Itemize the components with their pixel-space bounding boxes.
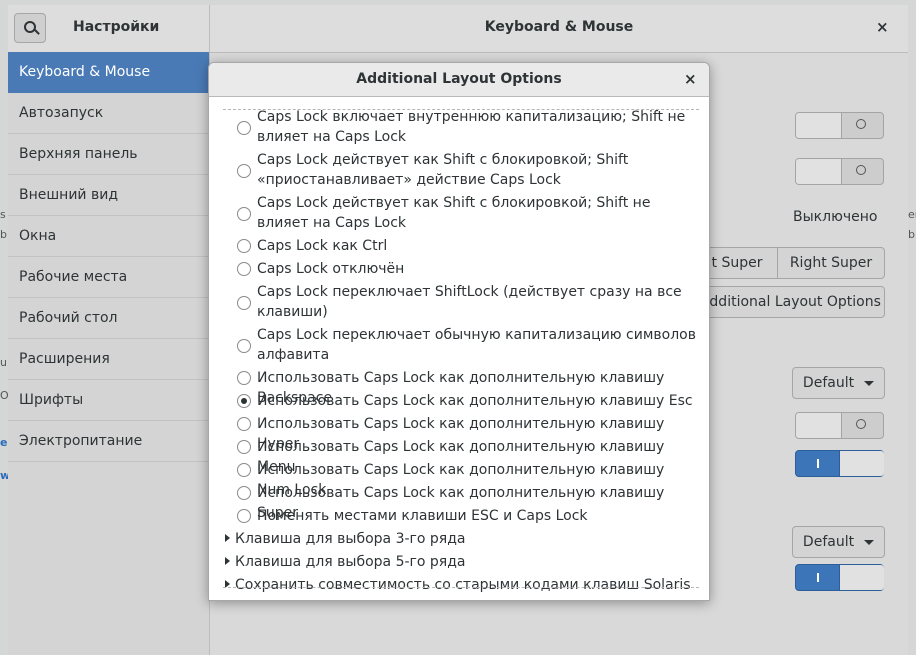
option-label[interactable]: Caps Lock включает внутреннюю капитализа…: [257, 107, 697, 147]
radio-button[interactable]: [237, 239, 251, 253]
expander-arrow-icon[interactable]: [225, 534, 230, 542]
group-expander[interactable]: Клавиша для выбора 3-го ряда: [235, 529, 465, 549]
radio-button-selected[interactable]: [237, 394, 251, 408]
radio-button[interactable]: [237, 486, 251, 500]
background-text: b: [0, 228, 7, 241]
dropdown-default-2[interactable]: Default: [792, 526, 885, 558]
option-label[interactable]: Caps Lock отключён: [257, 259, 697, 279]
sidebar-item-appearance[interactable]: Внешний вид: [8, 175, 209, 216]
toggle-switch-on[interactable]: [795, 450, 884, 477]
option-label[interactable]: Caps Lock переключает обычную капитализа…: [257, 325, 697, 365]
dropdown-label: Default: [802, 534, 855, 550]
radio-button[interactable]: [237, 371, 251, 385]
toggle-switch[interactable]: [795, 158, 884, 185]
dropdown-arrow-icon: [864, 539, 875, 545]
radio-button[interactable]: [237, 509, 251, 523]
background-text: eri: [908, 208, 916, 221]
right-super-button[interactable]: Right Super: [777, 247, 885, 279]
option-label[interactable]: Caps Lock переключает ShiftLock (действу…: [257, 282, 697, 322]
option-label[interactable]: Поменять местами клавиши ESC и Caps Lock: [257, 506, 697, 526]
radio-button[interactable]: [237, 417, 251, 431]
dropdown-default-1[interactable]: Default: [792, 367, 885, 399]
dropdown-label: Default: [802, 375, 855, 391]
sidebar-item-desktop[interactable]: Рабочий стол: [8, 298, 209, 339]
background-text: s: [0, 208, 6, 221]
toggle-switch[interactable]: [795, 112, 884, 139]
background-text: b: [908, 228, 915, 241]
sidebar-item-power[interactable]: Электропитание: [8, 421, 209, 462]
sidebar-item-extensions[interactable]: Расширения: [8, 339, 209, 380]
toggle-switch-on[interactable]: [795, 564, 884, 591]
sidebar-item-top-bar[interactable]: Верхняя панель: [8, 134, 209, 175]
divider: [223, 587, 699, 588]
window-title: Keyboard & Mouse: [484, 19, 634, 35]
radio-button[interactable]: [237, 164, 251, 178]
options-list: Caps Lock включает внутреннюю капитализа…: [209, 97, 709, 600]
radio-button[interactable]: [237, 296, 251, 310]
option-label[interactable]: Caps Lock действует как Shift с блокиров…: [257, 150, 697, 190]
additional-layout-options-button[interactable]: Additional Layout Options: [696, 286, 885, 318]
radio-button[interactable]: [237, 339, 251, 353]
close-icon[interactable]: ×: [876, 18, 889, 36]
option-label[interactable]: Caps Lock действует как Shift с блокиров…: [257, 193, 697, 233]
sidebar-item-fonts[interactable]: Шрифты: [8, 380, 209, 421]
group-expander[interactable]: Сохранить совместимость со старыми кодам…: [235, 575, 691, 595]
expander-arrow-icon[interactable]: [225, 557, 230, 565]
radio-button[interactable]: [237, 463, 251, 477]
sidebar-item-windows[interactable]: Окна: [8, 216, 209, 257]
radio-button[interactable]: [237, 207, 251, 221]
app-title: Настройки: [73, 19, 160, 35]
dropdown-arrow-icon: [864, 380, 875, 386]
search-button[interactable]: [14, 13, 46, 43]
sidebar-item-workspaces[interactable]: Рабочие места: [8, 257, 209, 298]
dialog-header: Additional Layout Options ×: [209, 63, 709, 97]
sidebar-item-keyboard-mouse[interactable]: Keyboard & Mouse: [8, 52, 209, 93]
status-off-label: Выключено: [793, 209, 878, 225]
close-icon[interactable]: ×: [684, 70, 697, 88]
header-bar: Настройки Keyboard & Mouse ×: [8, 5, 908, 53]
radio-button[interactable]: [237, 440, 251, 454]
toggle-switch[interactable]: [795, 412, 884, 439]
option-label[interactable]: Использовать Caps Lock как дополнительну…: [257, 391, 697, 411]
dialog-title: Additional Layout Options: [356, 71, 562, 87]
radio-button[interactable]: [237, 121, 251, 135]
sidebar-item-startup[interactable]: Автозапуск: [8, 93, 209, 134]
additional-layout-options-dialog: Additional Layout Options × Caps Lock вк…: [208, 62, 710, 601]
option-label[interactable]: Caps Lock как Ctrl: [257, 236, 697, 256]
sidebar: Keyboard & Mouse Автозапуск Верхняя пане…: [8, 52, 210, 655]
radio-button[interactable]: [237, 262, 251, 276]
group-expander[interactable]: Клавиша для выбора 5-го ряда: [235, 552, 465, 572]
